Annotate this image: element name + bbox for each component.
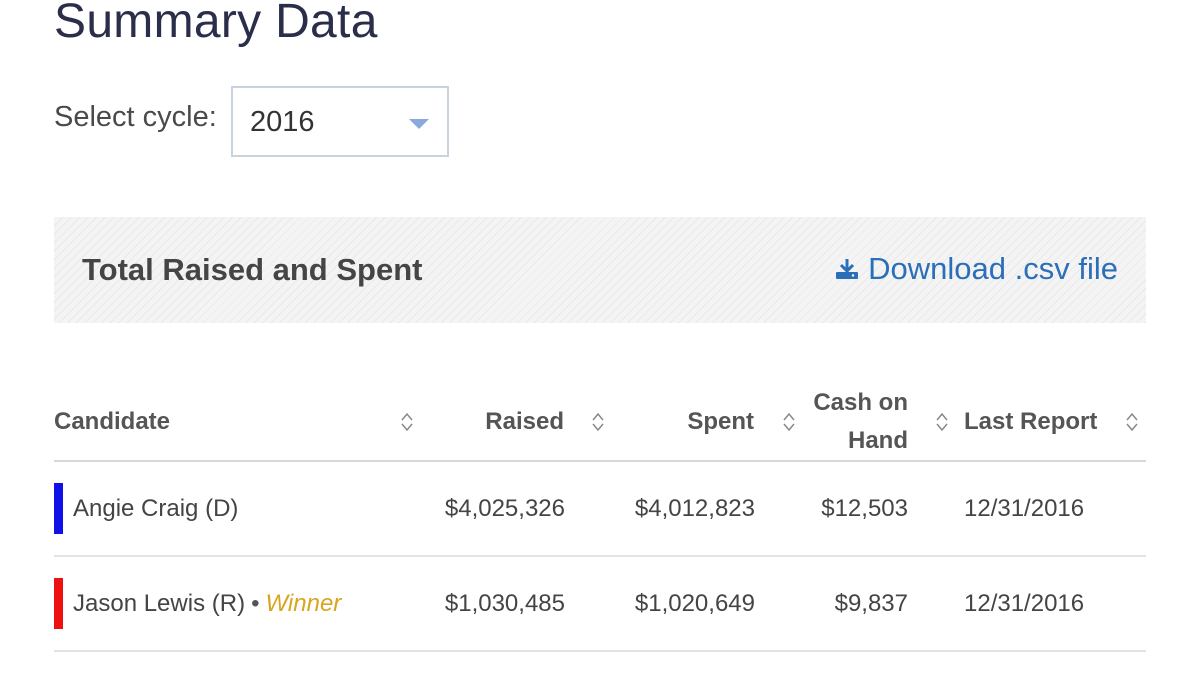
page-title: Summary Data [54, 0, 378, 48]
table-header-row: Candidate Raised Spent Cash on Hand Last… [54, 383, 1146, 462]
download-csv-link[interactable]: Download .csv file [835, 251, 1118, 287]
party-color-bar [54, 483, 63, 534]
spent-cell: $1,020,649 [565, 556, 755, 652]
party-color-bar [54, 578, 63, 629]
cycle-select[interactable]: 2016 [231, 86, 449, 157]
cash-on-hand-cell: $9,837 [755, 556, 908, 652]
header-cash-on-hand[interactable]: Cash on Hand [755, 383, 948, 462]
summary-page: Summary Data Select cycle: 2016 Total Ra… [0, 0, 1200, 675]
cash-on-hand-cell: $12,503 [755, 461, 908, 557]
cycle-selected-value: 2016 [250, 106, 315, 138]
raised-cell: $1,030,485 [414, 556, 565, 652]
winner-badge: Winner [265, 589, 342, 617]
totals-panel-header: Total Raised and Spent Download .csv fil… [54, 217, 1146, 323]
spent-cell: $4,012,823 [565, 461, 755, 557]
table-row: Angie Craig (D) $4,025,326 $4,012,823 $1… [54, 461, 1146, 557]
last-report-cell: 12/31/2016 [908, 461, 1146, 557]
header-raised[interactable]: Raised [414, 383, 604, 462]
cycle-label: Select cycle: [54, 101, 217, 133]
panel-title: Total Raised and Spent [82, 252, 423, 287]
header-last-report[interactable]: Last Report [908, 383, 1146, 462]
candidate-name: Jason Lewis (R) [73, 589, 246, 617]
chevron-down-icon [409, 119, 429, 129]
summary-table: Candidate Raised Spent Cash on Hand Last… [54, 383, 1146, 652]
sort-icon[interactable] [400, 411, 414, 433]
download-csv-label: Download .csv file [868, 251, 1118, 286]
header-spent[interactable]: Spent [565, 383, 795, 462]
winner-separator: • [251, 589, 260, 617]
last-report-cell: 12/31/2016 [908, 556, 1146, 652]
sort-icon[interactable] [1125, 411, 1139, 433]
raised-cell: $4,025,326 [414, 461, 565, 557]
download-icon [836, 259, 859, 279]
candidate-name: Angie Craig (D) [73, 494, 239, 522]
candidate-cell: Jason Lewis (R) • Winner [54, 556, 414, 652]
header-candidate[interactable]: Candidate [54, 383, 414, 462]
candidate-cell: Angie Craig (D) [54, 461, 414, 557]
table-row: Jason Lewis (R) • Winner $1,030,485 $1,0… [54, 556, 1146, 652]
